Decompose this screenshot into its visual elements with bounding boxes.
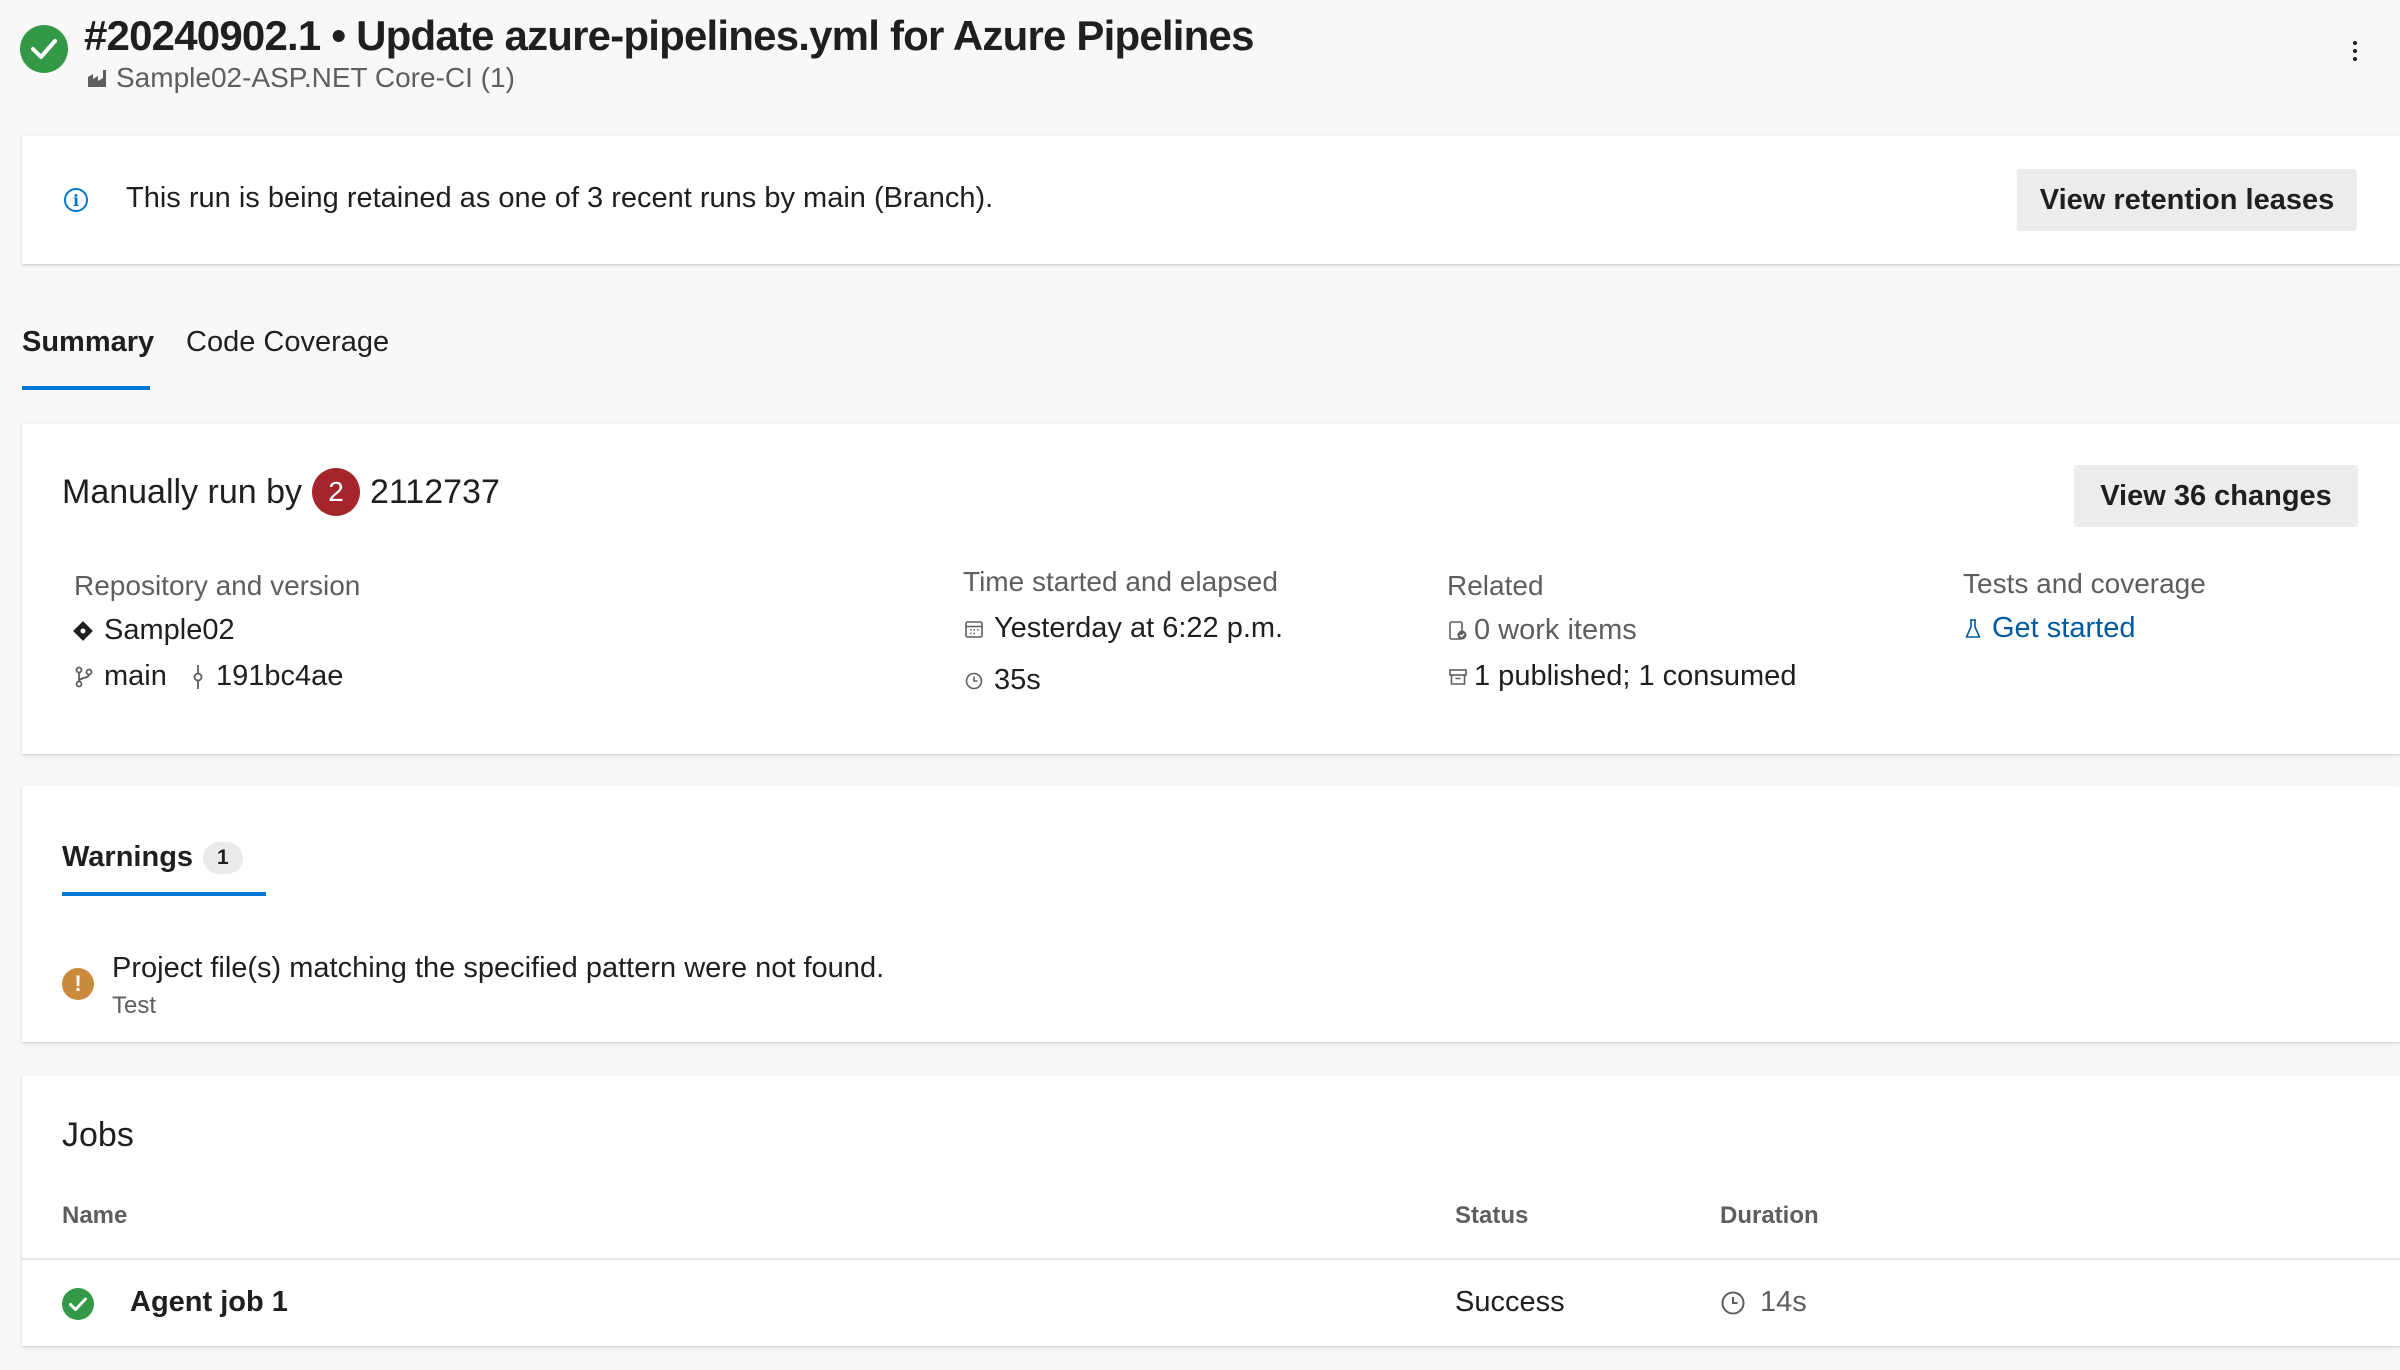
tab-selected-indicator bbox=[22, 386, 150, 390]
view-changes-button[interactable]: View 36 changes bbox=[2074, 465, 2358, 527]
pipeline-name-text: Sample02-ASP.NET Core-CI (1) bbox=[116, 62, 515, 93]
git-repo-icon bbox=[72, 620, 94, 642]
run-success-icon bbox=[20, 25, 68, 73]
run-by: Manually run by 2 2112737 bbox=[62, 468, 500, 516]
info-icon: i bbox=[64, 188, 88, 212]
artifacts-text: 1 published; 1 consumed bbox=[1474, 660, 1797, 692]
retention-message: This run is being retained as one of 3 r… bbox=[126, 182, 994, 214]
repository-name: Sample02 bbox=[104, 614, 235, 646]
repository-label: Repository and version bbox=[74, 570, 361, 601]
work-items-link[interactable]: 0 work items bbox=[1448, 614, 1637, 647]
warnings-tab-indicator bbox=[62, 892, 266, 896]
get-started-text: Get started bbox=[1992, 612, 2136, 644]
column-header-duration: Duration bbox=[1720, 1202, 1819, 1229]
commit-link[interactable]: 191bc4ae bbox=[190, 660, 343, 693]
commit-icon bbox=[190, 664, 206, 690]
work-items-text: 0 work items bbox=[1474, 614, 1637, 646]
job-success-icon bbox=[62, 1288, 94, 1320]
warnings-count-badge: 1 bbox=[203, 841, 243, 874]
time-elapsed: 35s bbox=[964, 664, 1041, 697]
related-label: Related bbox=[1447, 570, 1544, 601]
view-retention-leases-button[interactable]: View retention leases bbox=[2017, 169, 2357, 231]
job-name[interactable]: Agent job 1 bbox=[130, 1286, 288, 1319]
warnings-card: Warnings 1 ! Project file(s) matching th… bbox=[22, 786, 2400, 1042]
tab-summary[interactable]: Summary bbox=[22, 326, 154, 359]
run-summary-card: Manually run by 2 2112737 View 36 change… bbox=[22, 424, 2400, 754]
column-header-name: Name bbox=[62, 1202, 128, 1229]
tab-warnings[interactable]: Warnings 1 bbox=[62, 841, 243, 874]
branch-link[interactable]: main bbox=[74, 660, 167, 693]
pipeline-name[interactable]: Sample02-ASP.NET Core-CI (1) bbox=[86, 62, 515, 94]
jobs-header-divider bbox=[22, 1258, 2400, 1260]
time-started: Yesterday at 6:22 p.m. bbox=[964, 612, 1283, 645]
warning-source: Test bbox=[112, 992, 157, 1019]
column-header-status: Status bbox=[1455, 1202, 1529, 1229]
time-label: Time started and elapsed bbox=[963, 566, 1278, 597]
warning-message[interactable]: Project file(s) matching the specified p… bbox=[112, 952, 884, 985]
get-started-link[interactable]: Get started bbox=[1964, 612, 2135, 645]
branch-icon bbox=[74, 666, 94, 688]
repository-link[interactable]: Sample02 bbox=[72, 614, 235, 647]
tests-label: Tests and coverage bbox=[1963, 568, 2206, 599]
run-by-user[interactable]: 2112737 bbox=[370, 473, 500, 512]
job-duration: 14s bbox=[1720, 1286, 1807, 1319]
clock-icon bbox=[1720, 1290, 1746, 1316]
calendar-icon bbox=[964, 619, 984, 639]
warnings-tab-label: Warnings bbox=[62, 841, 194, 873]
clock-icon bbox=[964, 671, 984, 691]
time-started-text: Yesterday at 6:22 p.m. bbox=[994, 612, 1284, 644]
job-duration-text: 14s bbox=[1760, 1286, 1807, 1318]
tab-code-coverage[interactable]: Code Coverage bbox=[186, 326, 389, 359]
commit-hash: 191bc4ae bbox=[216, 660, 344, 692]
avatar[interactable]: 2 bbox=[312, 468, 361, 516]
retention-banner: i This run is being retained as one of 3… bbox=[22, 136, 2400, 264]
flask-icon bbox=[1964, 618, 1982, 640]
jobs-title: Jobs bbox=[62, 1116, 134, 1154]
jobs-card: Jobs Name Status Duration Agent job 1 Su… bbox=[22, 1076, 2400, 1346]
job-status: Success bbox=[1455, 1286, 1565, 1318]
artifact-icon bbox=[1448, 667, 1468, 687]
run-title: #20240902.1 • Update azure-pipelines.yml… bbox=[84, 12, 1254, 59]
work-item-icon bbox=[1448, 620, 1468, 642]
more-actions-icon[interactable] bbox=[2340, 36, 2370, 66]
run-by-label: Manually run by bbox=[62, 472, 303, 511]
pipeline-icon bbox=[86, 67, 108, 89]
time-elapsed-text: 35s bbox=[994, 664, 1041, 696]
warning-icon: ! bbox=[62, 968, 94, 1000]
branch-name: main bbox=[104, 660, 167, 692]
artifacts-link[interactable]: 1 published; 1 consumed bbox=[1448, 660, 1796, 693]
